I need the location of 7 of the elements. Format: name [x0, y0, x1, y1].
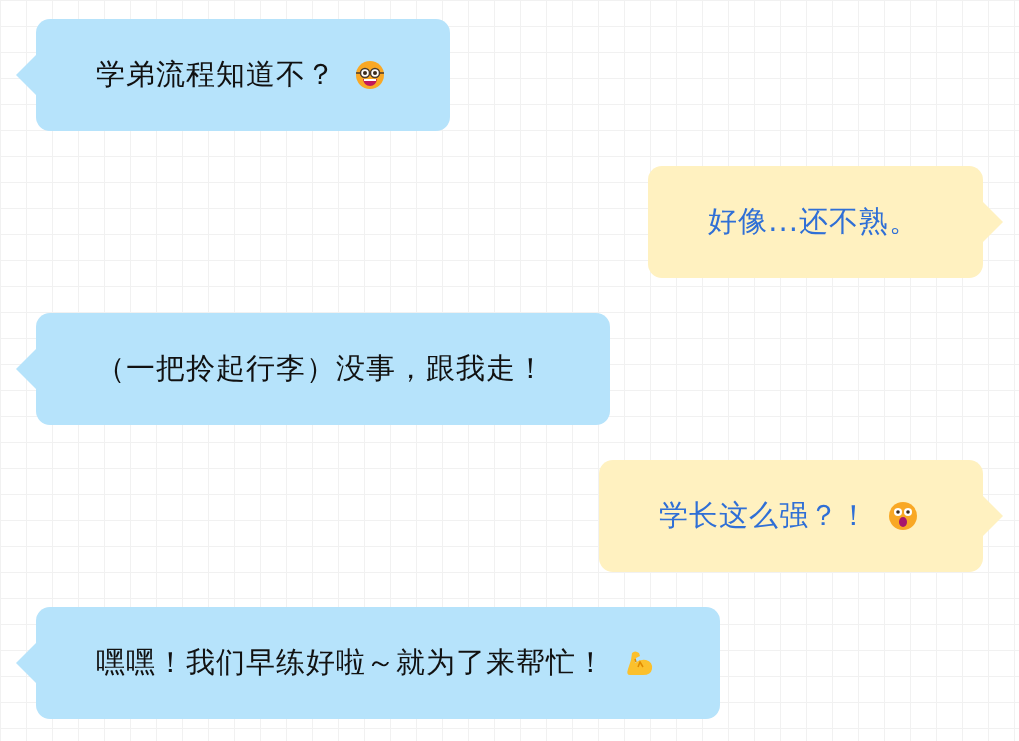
message-text: 学长这么强？！: [659, 497, 869, 534]
nerd-face-icon: [354, 59, 386, 91]
shocked-face-icon: [887, 500, 919, 532]
message-text: （一把拎起行李）没事，跟我走！: [96, 350, 546, 387]
message-text: 好像...还不熟。: [708, 203, 919, 240]
message-text: 学弟流程知道不？: [96, 56, 336, 93]
message-text: 嘿嘿！我们早练好啦～就为了来帮忙！: [96, 644, 606, 681]
